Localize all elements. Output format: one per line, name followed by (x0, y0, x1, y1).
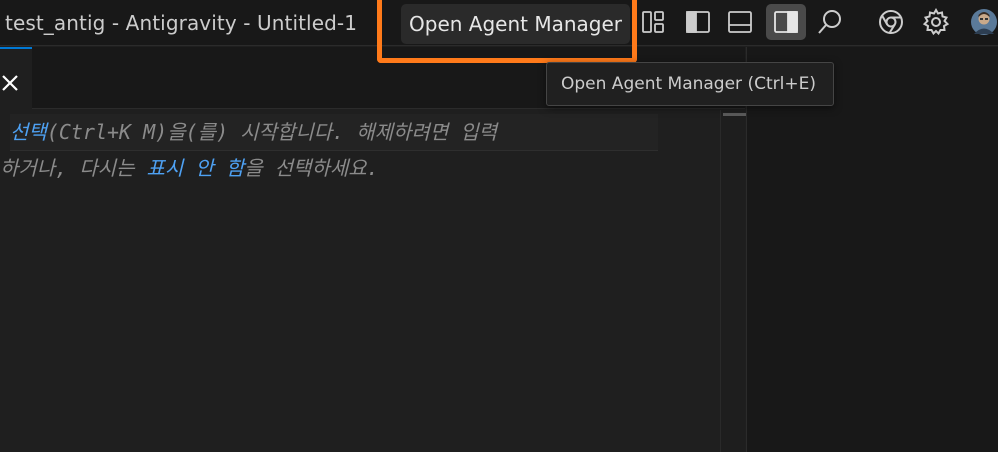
minimap[interactable] (720, 110, 747, 452)
toggle-secondary-sidebar-icon[interactable] (766, 4, 806, 40)
layout-icon[interactable] (637, 6, 669, 38)
minimap-slider[interactable] (723, 113, 747, 116)
secondary-sidebar (746, 47, 998, 452)
hint-line2-post: 을 선택하세요. (244, 156, 379, 180)
editor-hint-line-2: 하거나, 다시는 표시 안 함을 선택하세요. (0, 150, 379, 186)
settings-gear-icon[interactable] (920, 6, 952, 38)
tooltip: Open Agent Manager (Ctrl+E) (546, 62, 834, 106)
editor-area[interactable]: 선택(Ctrl+K M)을(를) 시작합니다. 해제하려면 입력 하거나, 다시… (0, 110, 720, 452)
editor-tab-untitled[interactable] (0, 47, 32, 109)
hint-select-link[interactable]: 선택 (10, 120, 47, 144)
hint-line1-text: (Ctrl+K M)을(를) 시작합니다. 해제하려면 입력 (46, 120, 498, 144)
search-icon[interactable] (814, 6, 846, 38)
close-icon[interactable] (0, 73, 20, 93)
toggle-panel-icon[interactable] (724, 6, 756, 38)
chrome-icon[interactable] (875, 6, 907, 38)
toggle-primary-sidebar-icon[interactable] (682, 6, 714, 38)
open-agent-manager-button[interactable]: Open Agent Manager (401, 4, 630, 44)
hint-dont-show-link[interactable]: 표시 안 함 (147, 156, 245, 180)
title-bar: test_antig - Antigravity - Untitled-1 Op… (0, 0, 998, 63)
editor-hint-line-1: 선택(Ctrl+K M)을(를) 시작합니다. 해제하려면 입력 (10, 114, 658, 151)
account-avatar[interactable] (970, 6, 998, 38)
window-title: test_antig - Antigravity - Untitled-1 (5, 11, 358, 35)
app-window: test_antig - Antigravity - Untitled-1 Op… (0, 0, 998, 452)
hint-line2-pre: 하거나, 다시는 (0, 156, 147, 180)
